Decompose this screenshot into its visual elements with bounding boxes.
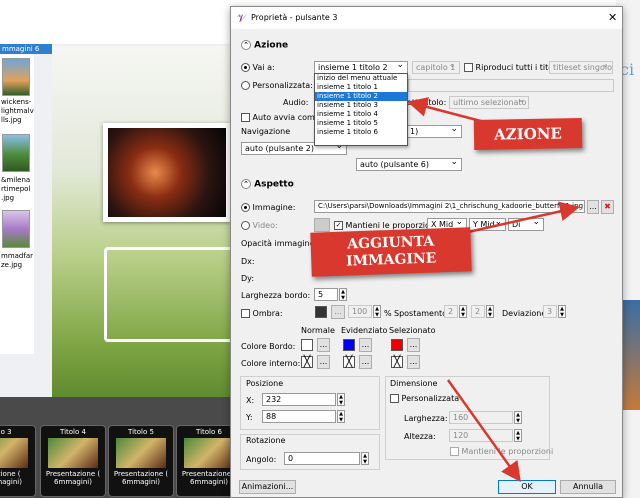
azione-annotation: AZIONE xyxy=(473,118,583,150)
immagine-arrow xyxy=(467,201,580,234)
aggiunta-immagine-annotation: AGGIUNTA IMMAGINE xyxy=(310,227,472,277)
ok-arrow xyxy=(446,379,521,483)
